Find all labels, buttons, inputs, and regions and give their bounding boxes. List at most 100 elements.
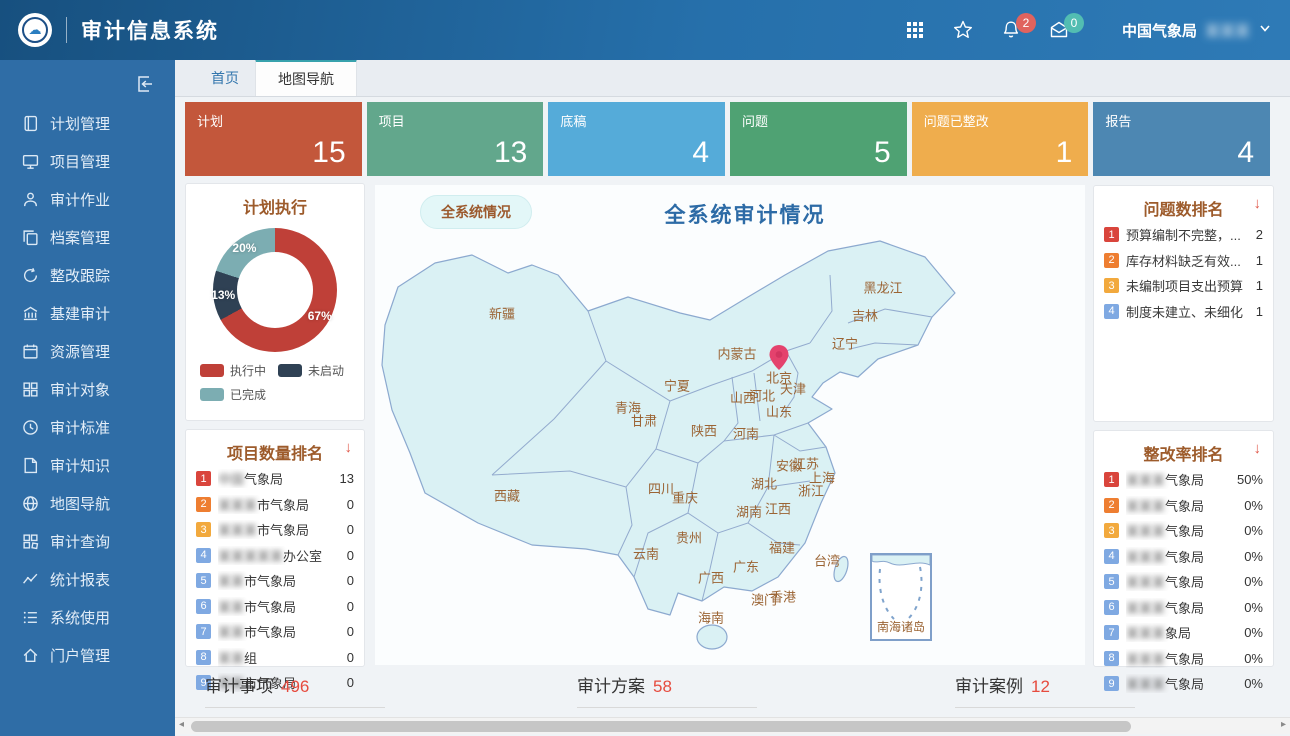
stat-card-report[interactable]: 报告4 bbox=[1093, 102, 1270, 176]
beijing-pin-icon[interactable] bbox=[769, 345, 789, 371]
rank-name: 某某某气象局 bbox=[1126, 572, 1237, 591]
rank-badge: 3 bbox=[1104, 523, 1119, 538]
legend-item[interactable]: 未启动 bbox=[278, 362, 356, 379]
tab-map-nav[interactable]: 地图导航 bbox=[255, 59, 357, 96]
rank-row[interactable]: 1某某某气象局50% bbox=[1104, 467, 1263, 493]
scroll-right-icon[interactable]: ▸ bbox=[1281, 719, 1286, 730]
rank-row[interactable]: 6某某市气象局0 bbox=[196, 594, 354, 620]
sidebar-item-audit-query[interactable]: 审计查询 bbox=[0, 522, 175, 560]
rank-row[interactable]: 3未编制项目支出预算1 bbox=[1104, 273, 1263, 299]
rank-name: 预算编制不完整，... bbox=[1126, 225, 1249, 244]
rank-row[interactable]: 8某某组0 bbox=[196, 645, 354, 671]
rank-row[interactable]: 2某某某气象局0% bbox=[1104, 493, 1263, 519]
rank-badge: 2 bbox=[1104, 498, 1119, 513]
rank-row[interactable]: 3某某某气象局0% bbox=[1104, 518, 1263, 544]
sidebar-item-stats-report[interactable]: 统计报表 bbox=[0, 560, 175, 598]
rank-row[interactable]: 2某某某市气象局0 bbox=[196, 492, 354, 518]
panel-rectify-rank: 整改率排名 ↓ 1某某某气象局50%2某某某气象局0%3某某某气象局0%4某某某… bbox=[1093, 430, 1274, 667]
tab-home[interactable]: 首页 bbox=[195, 59, 255, 96]
rank-row[interactable]: 8某某某气象局0% bbox=[1104, 646, 1263, 672]
rank-row[interactable]: 2库存材料缺乏有效...1 bbox=[1104, 248, 1263, 274]
sidebar-item-label: 审计知识 bbox=[50, 455, 110, 476]
sidebar-item-infra-audit[interactable]: 基建审计 bbox=[0, 294, 175, 332]
rank-value: 0% bbox=[1244, 625, 1263, 640]
chart-icon bbox=[22, 571, 39, 588]
legend-swatch bbox=[278, 364, 302, 377]
sort-desc-icon[interactable]: ↓ bbox=[345, 439, 353, 456]
rank-row[interactable]: 7某某市气象局0 bbox=[196, 619, 354, 645]
sidebar-menu: 计划管理项目管理审计作业档案管理整改跟踪基建审计资源管理审计对象审计标准审计知识… bbox=[0, 104, 175, 674]
rank-value: 0% bbox=[1244, 651, 1263, 666]
sidebar-item-archive-mgmt[interactable]: 档案管理 bbox=[0, 218, 175, 256]
card-value: 5 bbox=[874, 136, 891, 170]
rank-badge: 4 bbox=[1104, 549, 1119, 564]
sidebar-item-audit-standard[interactable]: 审计标准 bbox=[0, 408, 175, 446]
app-title: 审计信息系统 bbox=[81, 15, 219, 45]
sidebar-item-audit-knowledge[interactable]: 审计知识 bbox=[0, 446, 175, 484]
sidebar-item-system-usage[interactable]: 系统使用 bbox=[0, 598, 175, 636]
scroll-left-icon[interactable]: ◂ bbox=[179, 719, 184, 730]
rank-name: 某某某气象局 bbox=[1126, 496, 1237, 515]
rank-value: 0% bbox=[1244, 574, 1263, 589]
bell-icon[interactable]: 2 bbox=[1000, 19, 1022, 41]
sidebar-item-project-mgmt[interactable]: 项目管理 bbox=[0, 142, 175, 180]
rank-value: 0 bbox=[347, 650, 354, 665]
sidebar-item-label: 基建审计 bbox=[50, 303, 110, 324]
app-grid-icon[interactable] bbox=[904, 19, 926, 41]
system-scope-button[interactable]: 全系统情况 bbox=[420, 195, 532, 229]
rank-row[interactable]: 4某某某某某办公室0 bbox=[196, 543, 354, 569]
card-label: 问题 bbox=[742, 111, 768, 130]
rank-name: 某某某某某办公室 bbox=[218, 546, 340, 565]
rank-row[interactable]: 4制度未建立、未细化1 bbox=[1104, 299, 1263, 325]
sidebar-item-audit-work[interactable]: 审计作业 bbox=[0, 180, 175, 218]
sidebar-item-map-nav[interactable]: 地图导航 bbox=[0, 484, 175, 522]
rank-row[interactable]: 3某某某市气象局0 bbox=[196, 517, 354, 543]
panel-title: 整改率排名 ↓ bbox=[1094, 431, 1273, 465]
rank-value: 0 bbox=[347, 573, 354, 588]
china-map[interactable] bbox=[380, 225, 1080, 665]
stat-card-issue[interactable]: 问题 5 bbox=[730, 102, 907, 176]
rank-name: 某某市气象局 bbox=[218, 622, 340, 641]
rank-row[interactable]: 5某某市气象局0 bbox=[196, 568, 354, 594]
home-icon bbox=[22, 647, 39, 664]
stat-card-draft[interactable]: 底稿4 bbox=[548, 102, 725, 176]
rank-row[interactable]: 1预算编制不完整，...2 bbox=[1104, 222, 1263, 248]
user-menu[interactable]: 中国气象局 某某某 bbox=[1122, 20, 1272, 41]
rank-row[interactable]: 1中国气象局13 bbox=[196, 466, 354, 492]
china-map-area: 全系统情况 全系统审计情况 bbox=[375, 185, 1085, 665]
sort-desc-icon[interactable]: ↓ bbox=[1254, 440, 1262, 457]
sort-desc-icon[interactable]: ↓ bbox=[1254, 195, 1262, 212]
sidebar-item-audit-object[interactable]: 审计对象 bbox=[0, 370, 175, 408]
sidebar-item-label: 项目管理 bbox=[50, 151, 110, 172]
rank-row[interactable]: 7某某某象局0% bbox=[1104, 620, 1263, 646]
stat-card-project[interactable]: 项目13 bbox=[367, 102, 544, 176]
sidebar-item-plan-mgmt[interactable]: 计划管理 bbox=[0, 104, 175, 142]
card-label: 计划 bbox=[197, 111, 223, 130]
rank-badge: 2 bbox=[1104, 253, 1119, 268]
rank-row[interactable]: 5某某某气象局0% bbox=[1104, 569, 1263, 595]
legend-item[interactable]: 已完成 bbox=[200, 386, 278, 403]
collapse-sidebar-icon[interactable] bbox=[133, 73, 155, 95]
rank-row[interactable]: 6某某某气象局0% bbox=[1104, 595, 1263, 621]
stat-card-plan[interactable]: 计划15 bbox=[185, 102, 362, 176]
horizontal-scrollbar[interactable]: ◂ ▸ bbox=[175, 717, 1290, 734]
stat-cards-row: 计划15项目13底稿4 问题 5 问题已整改1报告4 bbox=[185, 102, 1270, 176]
sidebar-item-rectify-track[interactable]: 整改跟踪 bbox=[0, 256, 175, 294]
rank-name: 某某组 bbox=[218, 648, 340, 667]
legend-item[interactable]: 执行中 bbox=[200, 362, 278, 379]
rank-value: 1 bbox=[1256, 304, 1263, 319]
panel-title: 问题数排名 ↓ bbox=[1094, 186, 1273, 220]
star-icon[interactable] bbox=[952, 19, 974, 41]
sidebar: 计划管理项目管理审计作业档案管理整改跟踪基建审计资源管理审计对象审计标准审计知识… bbox=[0, 60, 175, 736]
south-china-sea-inset: 南海诸岛 bbox=[870, 553, 932, 641]
stat-card-issue-rectified[interactable]: 问题已整改1 bbox=[912, 102, 1089, 176]
scrollbar-thumb[interactable] bbox=[191, 721, 1131, 732]
message-icon[interactable]: 0 bbox=[1048, 19, 1070, 41]
sidebar-item-label: 审计标准 bbox=[50, 417, 110, 438]
globe-icon bbox=[22, 495, 39, 512]
sidebar-item-portal-mgmt[interactable]: 门户管理 bbox=[0, 636, 175, 674]
plan-execution-donut-chart: 67%13%20% bbox=[213, 228, 337, 352]
sidebar-item-resource-mgmt[interactable]: 资源管理 bbox=[0, 332, 175, 370]
file-icon bbox=[22, 457, 39, 474]
rank-row[interactable]: 4某某某气象局0% bbox=[1104, 544, 1263, 570]
